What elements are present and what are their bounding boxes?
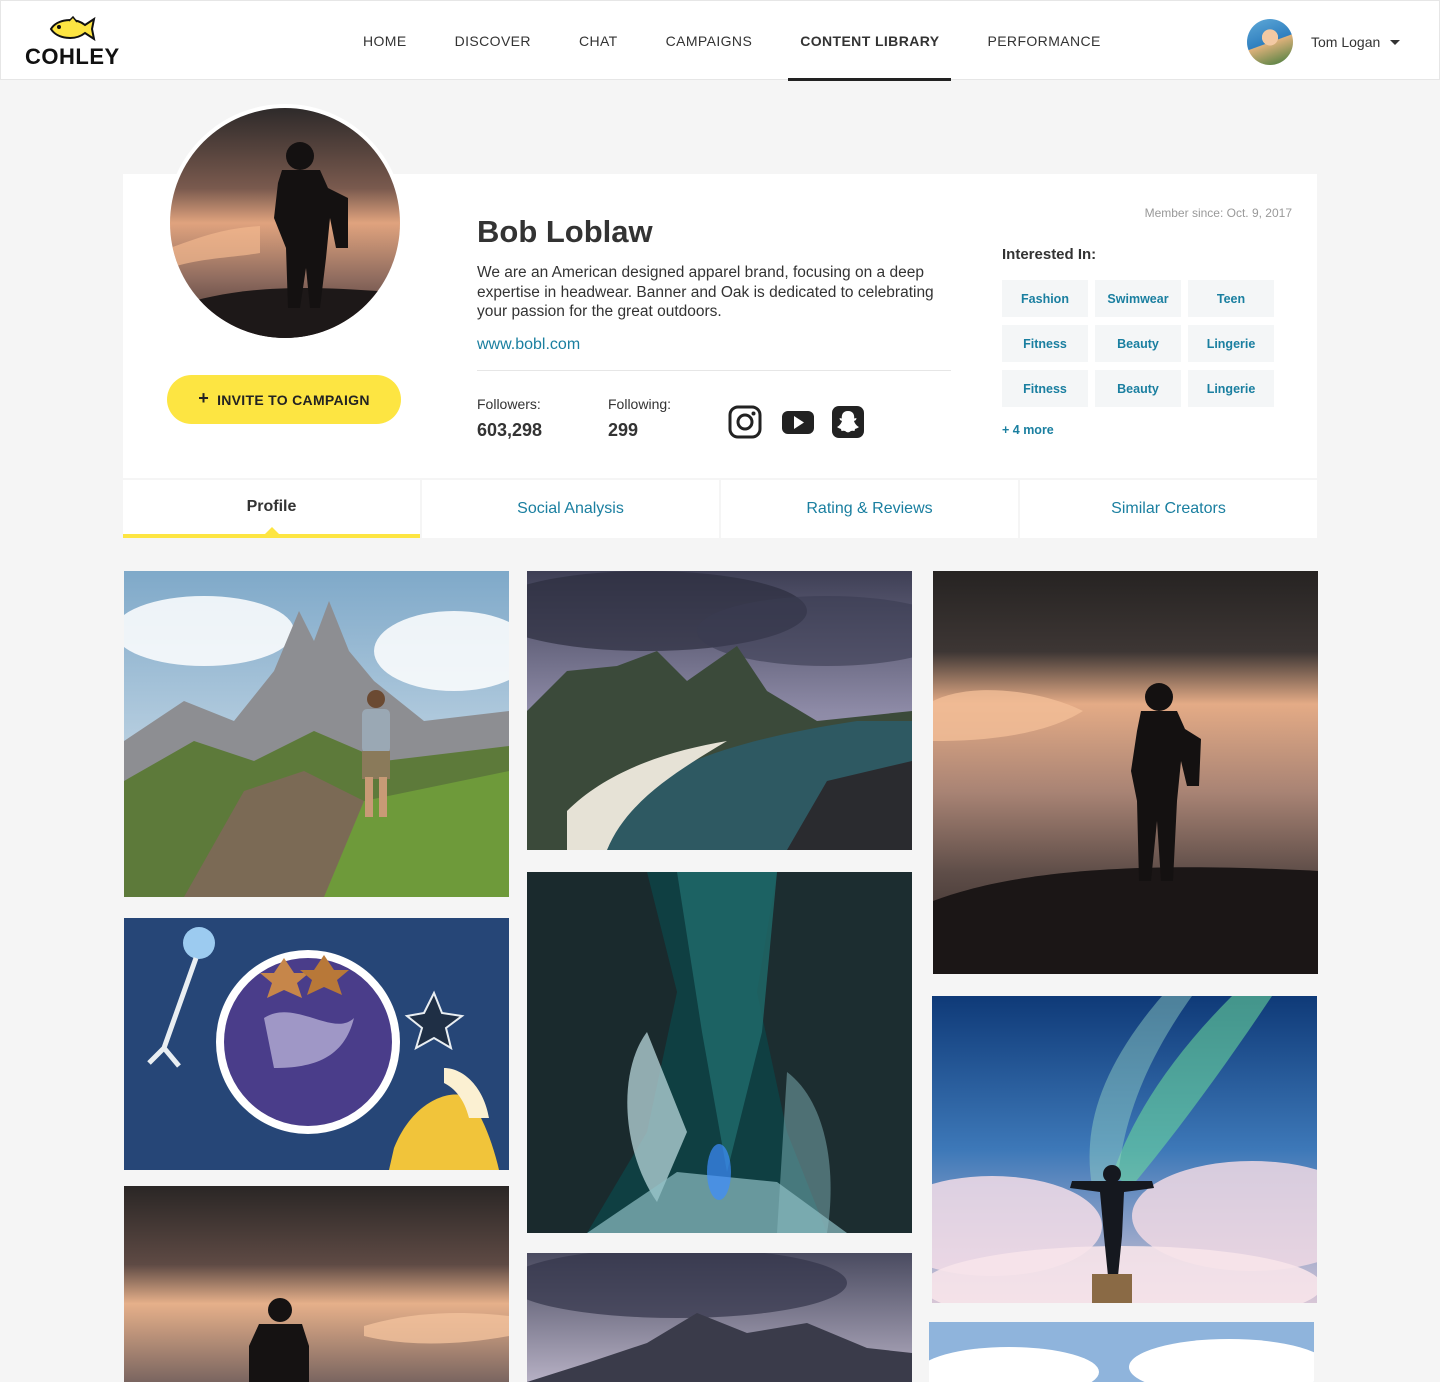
gallery-photo-aurora[interactable]	[932, 996, 1317, 1303]
interest-chip[interactable]: Beauty	[1095, 370, 1181, 407]
interest-chips: Fashion Swimwear Teen Fitness Beauty Lin…	[1002, 280, 1274, 407]
nav-item-performance[interactable]: PERFORMANCE	[963, 1, 1124, 81]
main-nav: HOME DISCOVER CHAT CAMPAIGNS CONTENT LIB…	[339, 1, 1125, 81]
caret-down-icon	[1390, 39, 1401, 45]
tab-social-analysis[interactable]: Social Analysis	[422, 480, 719, 538]
profile-avatar-frame	[166, 104, 404, 342]
interest-chip[interactable]: Fashion	[1002, 280, 1088, 317]
nav-item-content-library[interactable]: CONTENT LIBRARY	[776, 1, 963, 81]
fish-logo-icon	[49, 15, 96, 42]
followers-label: Followers:	[477, 396, 541, 412]
following-count: 299	[608, 420, 639, 440]
following-label: Following:	[608, 396, 672, 412]
interest-chip[interactable]: Fitness	[1002, 325, 1088, 362]
gallery-photo-clouds[interactable]	[929, 1322, 1314, 1382]
profile-tabs: Profile Social Analysis Rating & Reviews…	[123, 480, 1317, 538]
user-name: Tom Logan	[1311, 34, 1381, 50]
gallery-photo-mountain-hiker[interactable]	[124, 571, 509, 897]
gallery-photo-sunset-silhouette[interactable]	[933, 571, 1318, 974]
gallery-photo-sunset-silhouette-2[interactable]	[124, 1186, 509, 1382]
creator-name: Bob Loblaw	[477, 214, 653, 249]
profile-avatar	[170, 108, 400, 338]
interests-title: Interested In:	[1002, 246, 1097, 263]
member-since: Member since: Oct. 9, 2017	[1144, 206, 1292, 220]
nav-item-home[interactable]: HOME	[339, 1, 431, 81]
snapchat-icon[interactable]	[831, 405, 865, 439]
invite-to-campaign-button[interactable]: + INVITE TO CAMPAIGN	[167, 375, 401, 424]
interest-chip[interactable]: Swimwear	[1095, 280, 1181, 317]
plus-icon: +	[198, 388, 210, 408]
youtube-icon[interactable]	[781, 405, 815, 439]
tab-profile[interactable]: Profile	[123, 480, 420, 538]
tab-similar-creators[interactable]: Similar Creators	[1020, 480, 1317, 538]
creator-website-link[interactable]: www.bobl.com	[477, 336, 580, 354]
gallery-photo-coastal-bay[interactable]	[527, 571, 912, 850]
user-avatar	[1247, 19, 1293, 65]
invite-button-label: INVITE TO CAMPAIGN	[217, 391, 370, 408]
interest-chip[interactable]: Lingerie	[1188, 370, 1274, 407]
nav-item-campaigns[interactable]: CAMPAIGNS	[642, 1, 777, 81]
nav-item-discover[interactable]: DISCOVER	[431, 1, 555, 81]
nav-item-chat[interactable]: CHAT	[555, 1, 642, 81]
brand-name: COHLEY	[25, 44, 120, 69]
gallery-photo-smoothie-bowl[interactable]	[124, 918, 509, 1170]
gallery-photo-stormy-peaks[interactable]	[527, 1253, 912, 1382]
instagram-icon[interactable]	[728, 405, 762, 439]
gallery-photo-ice-cave[interactable]	[527, 872, 912, 1233]
interest-chip[interactable]: Fitness	[1002, 370, 1088, 407]
interest-chip[interactable]: Beauty	[1095, 325, 1181, 362]
more-interests-link[interactable]: + 4 more	[1002, 423, 1054, 437]
creator-description: We are an American designed apparel bran…	[477, 264, 934, 320]
profile-divider	[477, 370, 951, 371]
followers-count: 603,298	[477, 420, 543, 440]
user-menu[interactable]: Tom Logan	[1247, 19, 1401, 65]
cohley-logo[interactable]: COHLEY	[25, 15, 121, 69]
tab-rating-reviews[interactable]: Rating & Reviews	[721, 480, 1018, 538]
interest-chip[interactable]: Teen	[1188, 280, 1274, 317]
interest-chip[interactable]: Lingerie	[1188, 325, 1274, 362]
top-navigation-bar: COHLEY HOME DISCOVER CHAT CAMPAIGNS CONT…	[0, 0, 1440, 81]
